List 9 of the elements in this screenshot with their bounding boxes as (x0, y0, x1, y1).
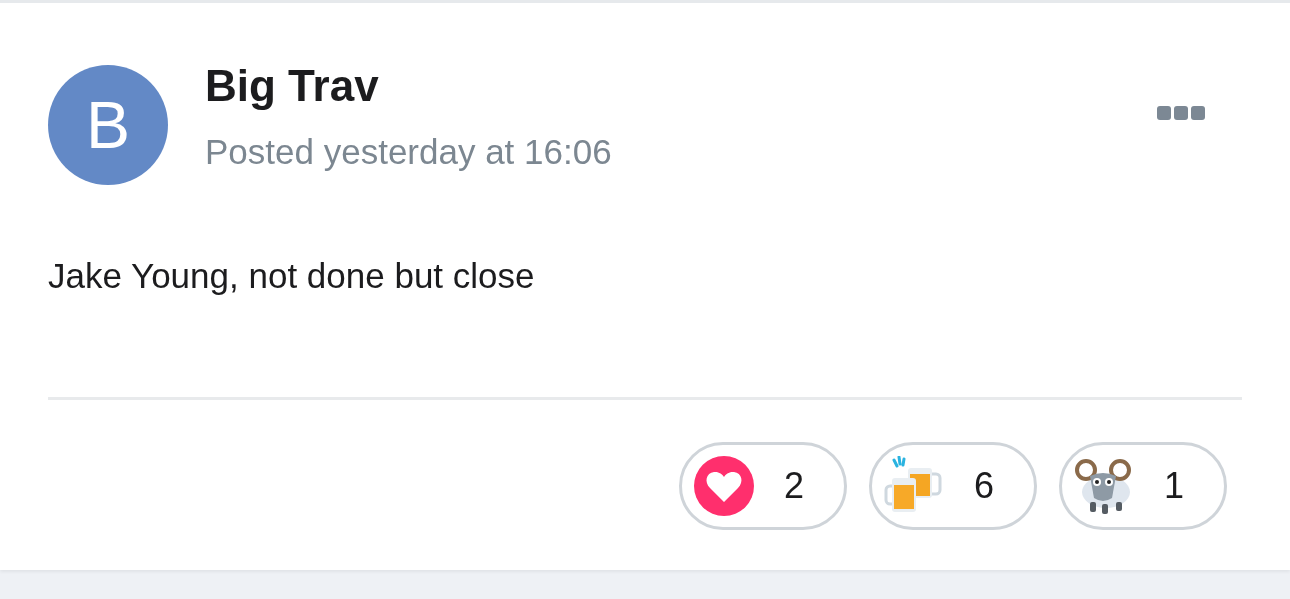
reaction-button[interactable]: 1 (1058, 442, 1227, 530)
more-options-icon[interactable] (1157, 105, 1205, 121)
reaction-button[interactable]: 6 (868, 442, 1037, 530)
reaction-button[interactable]: 2 (678, 442, 847, 530)
ram-icon (1073, 456, 1134, 516)
post-timestamp: Posted yesterday at 16:06 (205, 132, 613, 172)
avatar[interactable]: B (48, 65, 168, 185)
post-text: Jake Young, not done but close (48, 255, 536, 297)
author-name[interactable]: Big Trav (205, 60, 1157, 112)
